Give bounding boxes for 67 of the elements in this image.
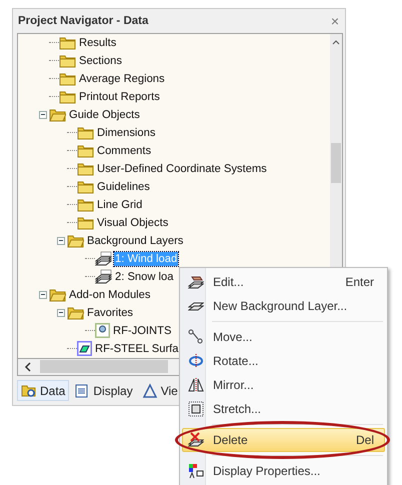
folder-icon <box>59 36 76 50</box>
folder-icon <box>77 144 94 158</box>
stretch-icon <box>188 401 204 417</box>
panel-tab[interactable]: Data <box>17 380 70 401</box>
tree-item[interactable]: 2: Snow loa <box>114 270 174 284</box>
tree-item[interactable]: Visual Objects <box>96 216 170 230</box>
module-icon <box>77 341 92 356</box>
triangle-ruler-icon <box>142 383 158 398</box>
close-button[interactable]: × <box>328 12 341 29</box>
tree-item[interactable]: Results <box>78 36 118 50</box>
tree-item[interactable]: Add-on Modules <box>68 288 152 302</box>
tree-item[interactable]: Background Layers <box>86 234 184 248</box>
menu-item[interactable]: Delete Del <box>182 428 385 452</box>
collapse-toggle[interactable] <box>39 290 47 299</box>
layer-stack-icon <box>95 268 112 285</box>
tree-item[interactable]: RF-JOINTS <box>112 324 172 338</box>
collapse-toggle[interactable] <box>39 110 47 119</box>
tree-item[interactable]: User-Defined Coordinate Systems <box>96 162 268 176</box>
tree-item[interactable]: Dimensions <box>96 126 156 140</box>
menu-item[interactable]: Stretch... <box>182 397 385 421</box>
folder-icon <box>59 54 76 68</box>
folder-icon <box>77 126 94 140</box>
tree-item[interactable]: Favorites <box>86 306 134 320</box>
open-folder-icon <box>67 306 84 320</box>
folder-icon <box>77 216 94 230</box>
shortcut-text: Enter <box>345 275 374 289</box>
menu-item[interactable]: Mirror... <box>182 373 385 397</box>
document-icon <box>74 383 90 398</box>
open-folder-icon <box>49 108 66 122</box>
panel-tab[interactable]: Display <box>70 380 137 401</box>
tree-item[interactable]: Sections <box>78 54 123 68</box>
menu-item[interactable]: Move... <box>182 325 385 349</box>
module-icon <box>95 323 110 338</box>
hand-layer-icon <box>188 274 204 290</box>
tree-item[interactable]: Guidelines <box>96 180 151 194</box>
collapse-toggle[interactable] <box>57 236 65 245</box>
folder-icon <box>77 198 94 212</box>
panel-tab[interactable]: Vie <box>138 380 182 401</box>
mirror-icon <box>188 377 204 393</box>
folder-icon <box>77 180 94 194</box>
scroll-thumb[interactable] <box>331 142 341 183</box>
panel-title: Project Navigator - Data <box>18 14 148 27</box>
menu-item[interactable]: Display Properties... <box>182 459 385 483</box>
open-folder-icon <box>67 234 84 248</box>
menu-item[interactable]: Edit... Enter <box>182 270 385 294</box>
folder-icon <box>59 72 76 86</box>
shortcut-text: Del <box>356 433 374 447</box>
folder-search-icon <box>21 384 37 398</box>
tree-item[interactable]: Comments <box>96 144 152 158</box>
layer-stack-icon <box>95 250 112 267</box>
collapse-toggle[interactable] <box>57 308 65 317</box>
delete-layer-icon <box>188 432 204 448</box>
tree-item[interactable]: RF-STEEL Surfa <box>94 342 180 356</box>
tree-item[interactable]: Line Grid <box>96 198 144 212</box>
display-properties-icon <box>188 463 204 479</box>
folder-icon <box>59 90 76 104</box>
tree-item[interactable]: Printout Reports <box>78 90 161 104</box>
move-icon <box>188 329 204 345</box>
tree-item[interactable]: Guide Objects <box>68 108 141 122</box>
rotate-icon <box>188 353 204 369</box>
menu-item[interactable]: Rotate... <box>182 349 385 373</box>
menu-item[interactable]: New Background Layer... <box>182 294 385 318</box>
tree-item[interactable]: Average Regions <box>78 72 166 86</box>
open-folder-icon <box>49 288 66 302</box>
scroll-thumb[interactable] <box>40 360 168 374</box>
folder-icon <box>77 162 94 176</box>
scroll-up-icon[interactable] <box>332 38 340 45</box>
